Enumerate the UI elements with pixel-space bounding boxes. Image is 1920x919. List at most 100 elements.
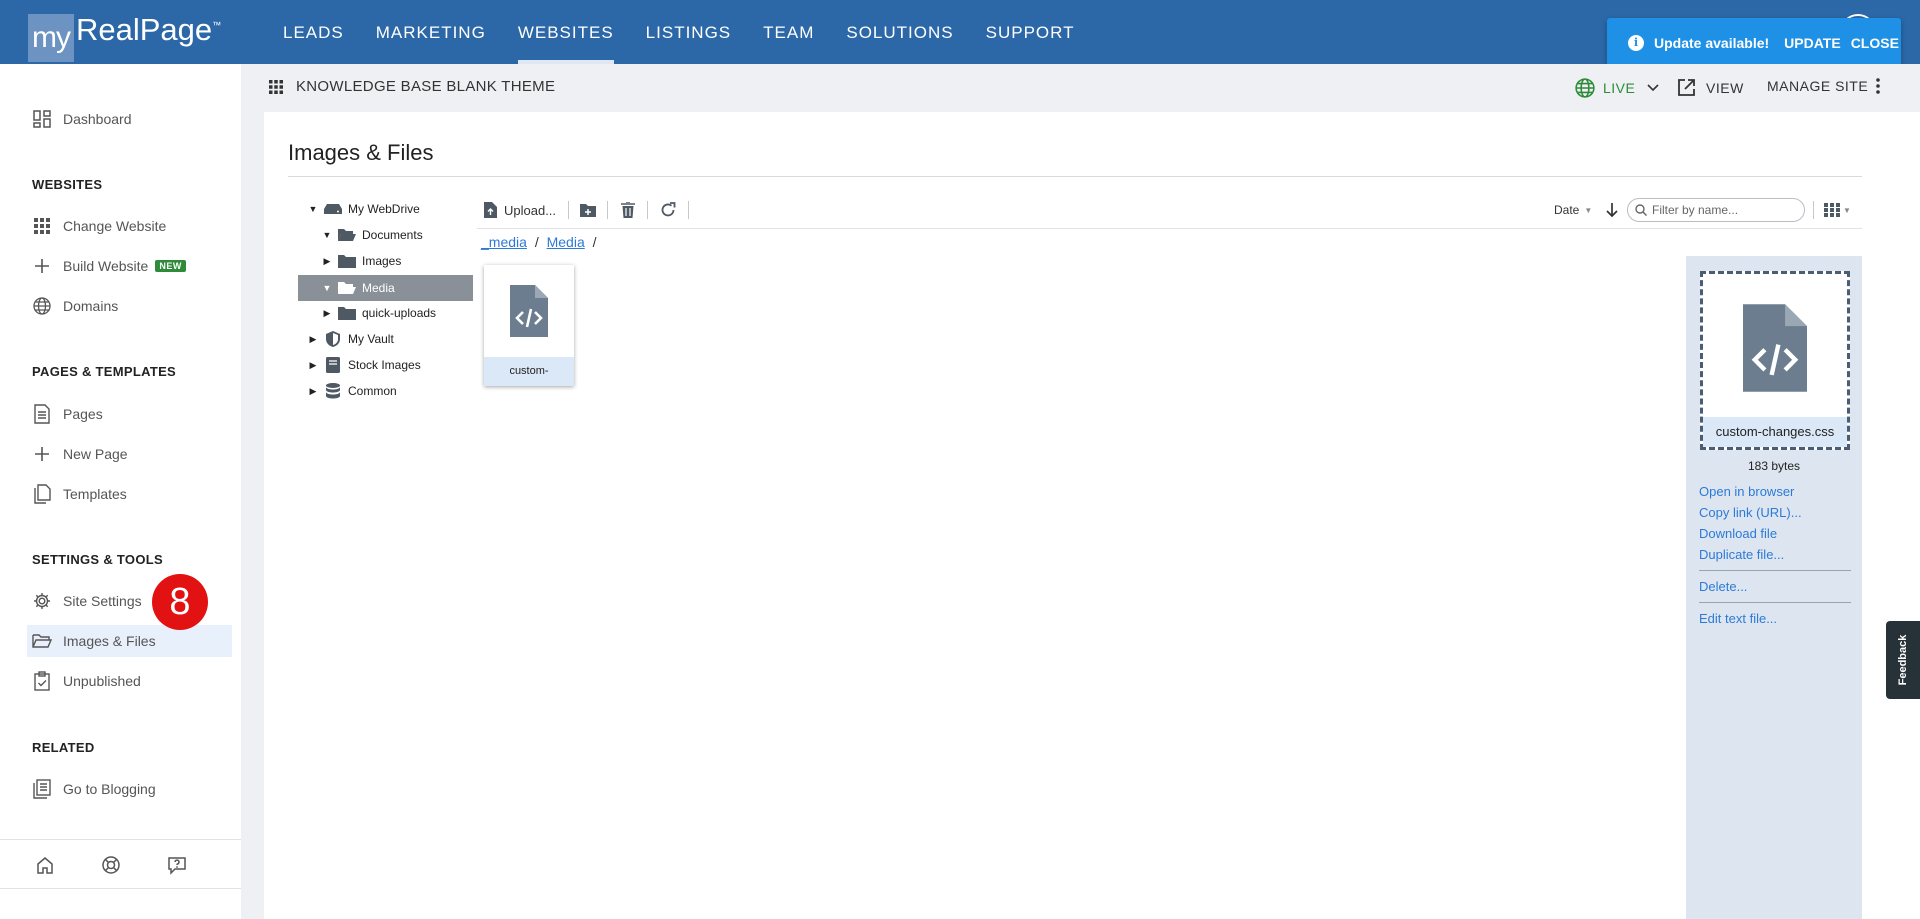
blog-icon	[32, 779, 52, 799]
upload-button[interactable]: Upload...	[484, 198, 556, 222]
nav-leads[interactable]: LEADS	[267, 0, 360, 64]
toast-close-button[interactable]: CLOSE	[1851, 35, 1899, 51]
apps-grid-icon[interactable]	[269, 80, 283, 99]
sidebar-item-new-page[interactable]: New Page	[27, 438, 232, 470]
external-link-icon	[1677, 78, 1696, 97]
nav-support[interactable]: SUPPORT	[970, 0, 1091, 64]
grid-view-icon	[1824, 203, 1840, 217]
page-title: Images & Files	[288, 140, 434, 165]
nav-listings[interactable]: LISTINGS	[630, 0, 747, 64]
download-file-link[interactable]: Download file	[1699, 526, 1777, 541]
help-lifebuoy-icon[interactable]	[101, 855, 121, 875]
tree-node-media[interactable]: ▼ Media	[322, 275, 395, 301]
nav-marketing[interactable]: MARKETING	[360, 0, 502, 64]
caret-down-icon[interactable]: ▼	[322, 230, 332, 240]
tree-label-webdrive: My WebDrive	[348, 202, 420, 216]
caret-down-icon[interactable]: ▼	[322, 283, 332, 293]
toolbar-separator	[1813, 201, 1814, 219]
toolbar-separator	[607, 201, 608, 219]
sort-label: Date	[1554, 203, 1580, 217]
breadcrumb-root-link[interactable]: _media	[481, 234, 527, 250]
view-mode-dropdown[interactable]: ▼	[1824, 198, 1851, 222]
logo-trademark: ™	[212, 20, 222, 30]
copy-link-link[interactable]: Copy link (URL)...	[1699, 505, 1802, 520]
more-vert-icon	[1876, 78, 1880, 94]
tree-node-images[interactable]: ▶ Images	[322, 248, 401, 274]
myrealpage-logo[interactable]: my RealPage ™	[28, 14, 221, 62]
view-site-button[interactable]: VIEW	[1677, 78, 1744, 97]
toolbar-separator	[647, 201, 648, 219]
duplicate-file-link[interactable]: Duplicate file...	[1699, 547, 1784, 562]
tree-label-vault: My Vault	[348, 332, 394, 346]
nav-team[interactable]: TEAM	[747, 0, 830, 64]
manage-site-menu[interactable]: MANAGE SITE	[1767, 78, 1880, 94]
sidebar-item-templates[interactable]: Templates	[27, 478, 232, 510]
tree-node-vault[interactable]: ▶ My Vault	[308, 326, 394, 352]
plus-icon	[32, 256, 52, 276]
sort-dropdown[interactable]: Date ▼	[1554, 198, 1592, 222]
refresh-icon[interactable]	[660, 198, 676, 222]
sidebar-item-dashboard[interactable]: Dashboard	[27, 103, 232, 135]
tree-node-documents[interactable]: ▼ Documents	[322, 222, 423, 248]
tree-node-webdrive[interactable]: ▼ My WebDrive	[308, 196, 420, 222]
filter-input[interactable]: Filter by name...	[1627, 198, 1805, 222]
chevron-down-icon	[1647, 84, 1659, 92]
chat-question-icon[interactable]	[167, 855, 187, 875]
edit-text-file-link[interactable]: Edit text file...	[1699, 611, 1777, 626]
file-preview[interactable]: custom-changes.css	[1700, 271, 1850, 450]
caret-right-icon[interactable]: ▶	[308, 386, 318, 397]
caret-down-icon: ▼	[1584, 205, 1593, 215]
sidebar-label-templates: Templates	[63, 486, 127, 502]
logo-realpage: RealPage	[76, 12, 213, 47]
step-number-badge: 8	[152, 574, 208, 630]
sidebar-item-unpublished[interactable]: Unpublished	[27, 665, 232, 697]
sidebar-item-pages[interactable]: Pages	[27, 398, 232, 430]
caret-down-icon[interactable]: ▼	[308, 204, 318, 214]
tree-node-common[interactable]: ▶ Common	[308, 378, 397, 404]
sidebar-label-change-website: Change Website	[63, 218, 167, 234]
toast-update-button[interactable]: UPDATE	[1784, 35, 1841, 51]
upload-label: Upload...	[504, 202, 557, 218]
book-icon	[324, 357, 342, 373]
tree-node-quick-uploads[interactable]: ▶ quick-uploads	[322, 300, 436, 326]
home-icon[interactable]	[35, 855, 55, 875]
update-toast: i Update available! UPDATE CLOSE	[1607, 18, 1901, 67]
database-icon	[324, 383, 342, 399]
live-status-dropdown[interactable]: LIVE	[1575, 78, 1659, 98]
shield-icon	[324, 331, 342, 347]
sidebar-item-go-blogging[interactable]: Go to Blogging	[27, 773, 232, 805]
apps-grid-icon	[32, 216, 52, 236]
nav-solutions[interactable]: SOLUTIONS	[830, 0, 969, 64]
tree-node-stock-images[interactable]: ▶ Stock Images	[308, 352, 421, 378]
new-folder-icon[interactable]	[580, 198, 596, 222]
toolbar-divider	[477, 228, 1862, 229]
delete-file-link[interactable]: Delete...	[1699, 579, 1747, 594]
sidebar-item-build-website[interactable]: Build Website NEW	[27, 250, 232, 282]
caret-right-icon[interactable]: ▶	[308, 334, 318, 345]
sidebar-item-images-files[interactable]: Images & Files	[27, 625, 232, 657]
sort-direction-arrow-icon[interactable]	[1606, 198, 1618, 222]
sidebar-label-unpublished: Unpublished	[63, 673, 141, 689]
sidebar-item-domains[interactable]: Domains	[27, 290, 232, 322]
file-tile[interactable]: custom-	[484, 265, 574, 386]
trash-icon[interactable]	[621, 198, 635, 222]
section-head-websites: WEBSITES	[32, 177, 103, 192]
info-icon: i	[1628, 34, 1644, 51]
caret-right-icon[interactable]: ▶	[308, 360, 318, 371]
file-upload-icon	[484, 202, 497, 218]
breadcrumb-media-link[interactable]: Media	[547, 234, 585, 250]
caret-right-icon[interactable]: ▶	[322, 256, 332, 267]
gear-icon	[32, 591, 52, 611]
globe-icon	[1575, 78, 1595, 98]
globe-icon	[32, 296, 52, 316]
open-in-browser-link[interactable]: Open in browser	[1699, 484, 1794, 499]
sidebar-item-change-website[interactable]: Change Website	[27, 210, 232, 242]
caret-down-icon: ▼	[1843, 205, 1851, 215]
feedback-label: Feedback	[1897, 634, 1909, 686]
nav-websites[interactable]: WEBSITES	[502, 0, 630, 64]
view-label: VIEW	[1706, 79, 1744, 96]
sidebar-label-new-page: New Page	[63, 446, 128, 462]
feedback-tab[interactable]: Feedback	[1886, 621, 1920, 699]
details-divider	[1699, 602, 1851, 603]
caret-right-icon[interactable]: ▶	[322, 308, 332, 319]
